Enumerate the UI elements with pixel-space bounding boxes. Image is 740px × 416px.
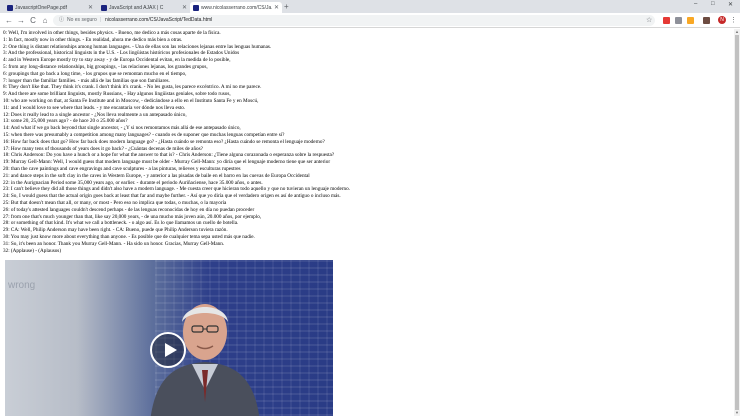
extension-icon[interactable] bbox=[703, 17, 710, 24]
bookmark-star-icon[interactable]: ☆ bbox=[646, 16, 652, 25]
transcript-line: 0: Well, I'm involved in other things, b… bbox=[3, 30, 221, 36]
transcript-line: 18: Chris Anderson: Do you have a hunch … bbox=[3, 152, 335, 159]
transcript-line: 32: (Applause) - (Aplausos) bbox=[3, 247, 62, 254]
info-icon[interactable]: ⓘ bbox=[59, 15, 64, 26]
transcript-line: 5: from any long-distance relationships,… bbox=[3, 63, 208, 70]
transcript-line: 3: And the professional, historical ling… bbox=[3, 50, 240, 57]
transcript-line: 21: and dance steps in the soft clay in … bbox=[3, 172, 310, 179]
transcript-line: 7: longer than the familiar families. - … bbox=[3, 77, 170, 84]
maximize-button[interactable]: □ bbox=[711, 1, 715, 7]
transcript-line: 15: when there was presumably a competit… bbox=[3, 131, 285, 138]
extension-icon[interactable] bbox=[687, 17, 694, 24]
transcript-line: 12: Does it really lead to a single ance… bbox=[3, 111, 187, 118]
scroll-up-icon[interactable]: ▲ bbox=[735, 29, 739, 34]
tab-javascript-ajax[interactable]: JavaScript and AJAX | C ✕ bbox=[98, 2, 190, 13]
transcript-line: 11: and I would love to see where that l… bbox=[3, 104, 186, 111]
transcript-line: 14: And what if we go back beyond that s… bbox=[3, 125, 241, 132]
transcript-line: 31: So, it's been an honor. Thank you Mu… bbox=[3, 240, 225, 247]
transcript-line: 9: And there are some brilliant linguist… bbox=[3, 91, 231, 98]
address-separator: | bbox=[100, 17, 102, 23]
transcript-line: 22: in the Aurignacian Period some 35,00… bbox=[3, 179, 263, 186]
profile-avatar[interactable]: N bbox=[718, 16, 726, 24]
scrollbar-thumb[interactable] bbox=[735, 35, 739, 410]
close-tab-icon[interactable]: ✕ bbox=[88, 4, 93, 11]
transcript-line: 8: They don't like that. They think it's… bbox=[3, 84, 262, 91]
transcript-list: 0: Well, I'm involved in other things, b… bbox=[3, 30, 350, 254]
transcript-line: 20: than the cave paintings and cave eng… bbox=[3, 165, 241, 172]
scroll-down-icon[interactable]: ▼ bbox=[735, 410, 739, 415]
transcript-line: 24: So, I would guess that the actual or… bbox=[3, 193, 341, 200]
page-scrollbar[interactable]: ▲ ▼ bbox=[734, 29, 740, 416]
security-status: No es seguro bbox=[67, 17, 97, 23]
extension-icon[interactable] bbox=[675, 17, 682, 24]
url-text[interactable]: nicolasserrano.com/CS/JavaScript/TedData… bbox=[105, 15, 212, 26]
new-tab-button[interactable]: + bbox=[284, 2, 289, 11]
browser-titlebar: JavascriptOnePage.pdf ✕ JavaScript and A… bbox=[0, 0, 740, 13]
pdf-favicon-icon bbox=[7, 4, 13, 11]
forward-button[interactable]: → bbox=[16, 15, 26, 26]
back-button[interactable]: ← bbox=[4, 15, 14, 26]
transcript-line: 10: who are working on that, at Santa Fe… bbox=[3, 97, 259, 104]
transcript-line: 16: How far back does that go? How far b… bbox=[3, 138, 325, 145]
close-tab-icon[interactable]: ✕ bbox=[182, 4, 187, 11]
reload-button[interactable]: C bbox=[28, 15, 38, 26]
minimize-button[interactable]: – bbox=[694, 1, 697, 7]
transcript-line: 30: You may just know more about everyth… bbox=[3, 233, 255, 240]
home-button[interactable]: ⌂ bbox=[40, 15, 50, 26]
tab-title: JavaScript and AJAX | C bbox=[109, 4, 164, 11]
site-favicon-icon bbox=[193, 4, 199, 11]
transcript-line: 6: groupings that go back a long time, -… bbox=[3, 70, 187, 77]
tab-teddata[interactable]: www.nicolasserrano.com/CS/Ja... ✕ bbox=[190, 2, 282, 13]
video-player[interactable]: wrong bbox=[5, 260, 333, 416]
video-background-text: wrong bbox=[8, 280, 36, 291]
tab-javascript-onepage[interactable]: JavascriptOnePage.pdf ✕ bbox=[4, 2, 96, 13]
transcript-line: 26: of today's attested languages couldn… bbox=[3, 206, 255, 213]
transcript-line: 4: and in Western Europe mostly try to s… bbox=[3, 57, 231, 64]
transcript-line: 29: CA: Well, Philip Anderson may have b… bbox=[3, 227, 228, 234]
site-favicon-icon bbox=[101, 4, 107, 11]
browser-toolbar: ← → C ⌂ ⓘ No es seguro | nicolasserrano.… bbox=[0, 13, 740, 28]
page-content: 0: Well, I'm involved in other things, b… bbox=[0, 29, 734, 416]
tab-title: JavascriptOnePage.pdf bbox=[15, 4, 67, 11]
close-window-button[interactable]: ✕ bbox=[728, 1, 733, 8]
tab-title: www.nicolasserrano.com/CS/Ja... bbox=[201, 4, 272, 11]
transcript-line: 1: In fact, mostly now in other things. … bbox=[3, 36, 183, 43]
close-tab-icon[interactable]: ✕ bbox=[274, 4, 279, 11]
transcript-line: 25: But that doesn't mean that all, or m… bbox=[3, 199, 227, 206]
extension-icon[interactable] bbox=[663, 17, 670, 24]
browser-menu-icon[interactable]: ⋮ bbox=[730, 15, 737, 26]
address-bar[interactable]: ⓘ No es seguro | nicolasserrano.com/CS/J… bbox=[53, 15, 655, 26]
transcript-line: 19: Murray Gell-Mann: Well, I would gues… bbox=[3, 159, 331, 166]
transcript-line: 28: or something of that kind. It's what… bbox=[3, 220, 239, 227]
play-icon[interactable] bbox=[150, 332, 186, 368]
